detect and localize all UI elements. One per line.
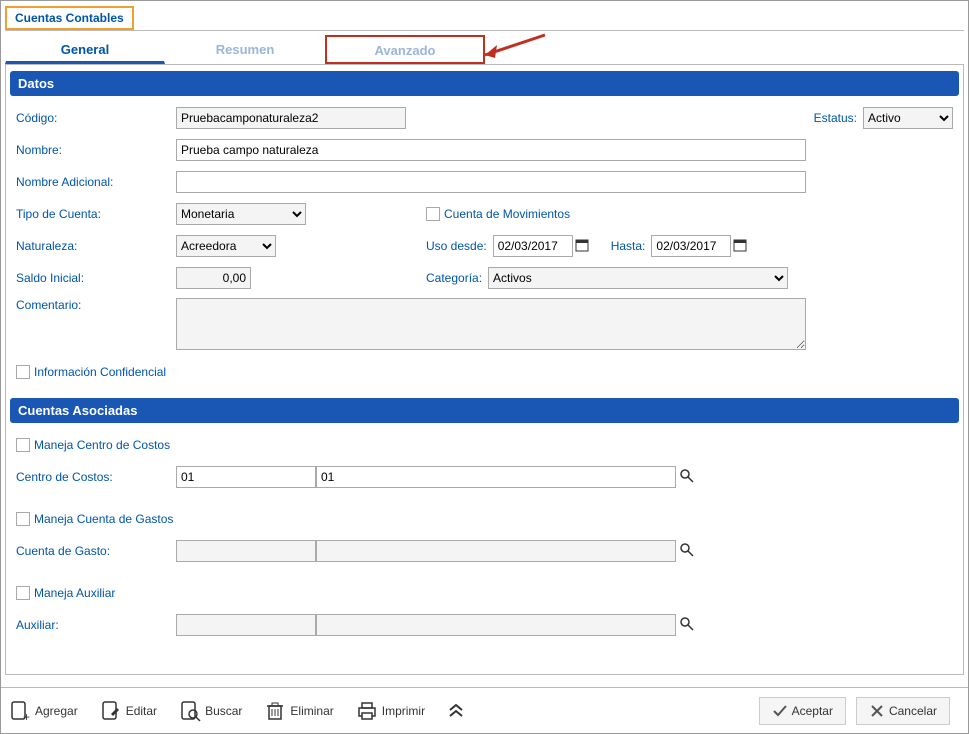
editar-label: Editar [126, 704, 157, 718]
naturaleza-select[interactable]: Acreedora [176, 235, 276, 257]
maneja-auxiliar-label: Maneja Auxiliar [34, 586, 115, 600]
maneja-centro-costos-checkbox[interactable] [16, 438, 30, 452]
naturaleza-label: Naturaleza: [16, 239, 176, 253]
section-datos-header: Datos [10, 71, 959, 96]
cuenta-gasto-name-input[interactable] [316, 540, 676, 562]
cuenta-gasto-label: Cuenta de Gasto: [16, 544, 176, 558]
page-tab-cuentas[interactable]: Cuentas Contables [5, 6, 134, 30]
comentario-label: Comentario: [16, 298, 176, 312]
cancelar-button[interactable]: Cancelar [856, 697, 950, 725]
saldo-inicial-input[interactable] [176, 267, 251, 289]
codigo-input[interactable] [176, 107, 406, 129]
aceptar-button[interactable]: Aceptar [759, 697, 846, 725]
imprimir-button[interactable]: Imprimir [356, 700, 425, 722]
auxiliar-label: Auxiliar: [16, 618, 176, 632]
buscar-button[interactable]: Buscar [179, 700, 242, 722]
estatus-label: Estatus: [814, 111, 857, 125]
calendar-icon[interactable] [733, 238, 749, 254]
centro-costos-label: Centro de Costos: [16, 470, 176, 484]
categoria-label: Categoría: [426, 271, 482, 285]
agregar-label: Agregar [35, 704, 78, 718]
annotation-arrow-icon [475, 30, 555, 70]
edit-icon [100, 700, 122, 722]
maneja-cuenta-gastos-checkbox[interactable] [16, 512, 30, 526]
toolbar: + Agregar Editar Buscar Eliminar Imprimi… [1, 687, 968, 733]
categoria-select[interactable]: Activos [488, 267, 788, 289]
svg-text:+: + [23, 710, 30, 722]
chevron-up-double-icon [447, 702, 465, 720]
centro-costos-code-input[interactable] [176, 466, 316, 488]
centro-costos-name-input[interactable] [316, 466, 676, 488]
maneja-auxiliar-checkbox[interactable] [16, 586, 30, 600]
buscar-label: Buscar [205, 704, 242, 718]
print-icon [356, 700, 378, 722]
eliminar-button[interactable]: Eliminar [264, 700, 333, 722]
saldo-inicial-label: Saldo Inicial: [16, 271, 176, 285]
auxiliar-code-input[interactable] [176, 614, 316, 636]
tab-general[interactable]: General [5, 35, 165, 64]
informacion-confidencial-checkbox[interactable] [16, 365, 30, 379]
tipo-cuenta-select[interactable]: Monetaria [176, 203, 306, 225]
nombre-label: Nombre: [16, 143, 176, 157]
nombre-adicional-label: Nombre Adicional: [16, 175, 176, 189]
uso-desde-input[interactable] [493, 235, 573, 257]
uso-desde-label: Uso desde: [426, 239, 487, 253]
tipo-cuenta-label: Tipo de Cuenta: [16, 207, 176, 221]
tab-avanzado[interactable]: Avanzado [325, 35, 485, 64]
cuenta-gasto-code-input[interactable] [176, 540, 316, 562]
search-icon[interactable] [680, 469, 696, 485]
check-icon [772, 703, 788, 719]
imprimir-label: Imprimir [382, 704, 425, 718]
hasta-input[interactable] [651, 235, 731, 257]
close-icon [869, 703, 885, 719]
auxiliar-name-input[interactable] [316, 614, 676, 636]
estatus-select[interactable]: Activo [863, 107, 953, 129]
informacion-confidencial-label: Información Confidencial [34, 365, 166, 379]
search-icon[interactable] [680, 617, 696, 633]
collapse-button[interactable] [447, 702, 469, 720]
tab-resumen[interactable]: Resumen [165, 35, 325, 64]
maneja-cuenta-gastos-label: Maneja Cuenta de Gastos [34, 512, 173, 526]
codigo-label: Código: [16, 111, 176, 125]
search-icon[interactable] [680, 543, 696, 559]
editar-button[interactable]: Editar [100, 700, 157, 722]
search-icon [179, 700, 201, 722]
nombre-input[interactable] [176, 139, 806, 161]
nombre-adicional-input[interactable] [176, 171, 806, 193]
add-icon: + [9, 700, 31, 722]
section-asociadas-header: Cuentas Asociadas [10, 398, 959, 423]
aceptar-label: Aceptar [792, 704, 833, 718]
trash-icon [264, 700, 286, 722]
calendar-icon[interactable] [575, 238, 591, 254]
eliminar-label: Eliminar [290, 704, 333, 718]
maneja-centro-costos-label: Maneja Centro de Costos [34, 438, 170, 452]
comentario-textarea[interactable] [176, 298, 806, 350]
agregar-button[interactable]: + Agregar [9, 700, 78, 722]
cancelar-label: Cancelar [889, 704, 937, 718]
cuenta-movimientos-checkbox[interactable] [426, 207, 440, 221]
cuenta-movimientos-label: Cuenta de Movimientos [444, 207, 570, 221]
hasta-label: Hasta: [611, 239, 646, 253]
